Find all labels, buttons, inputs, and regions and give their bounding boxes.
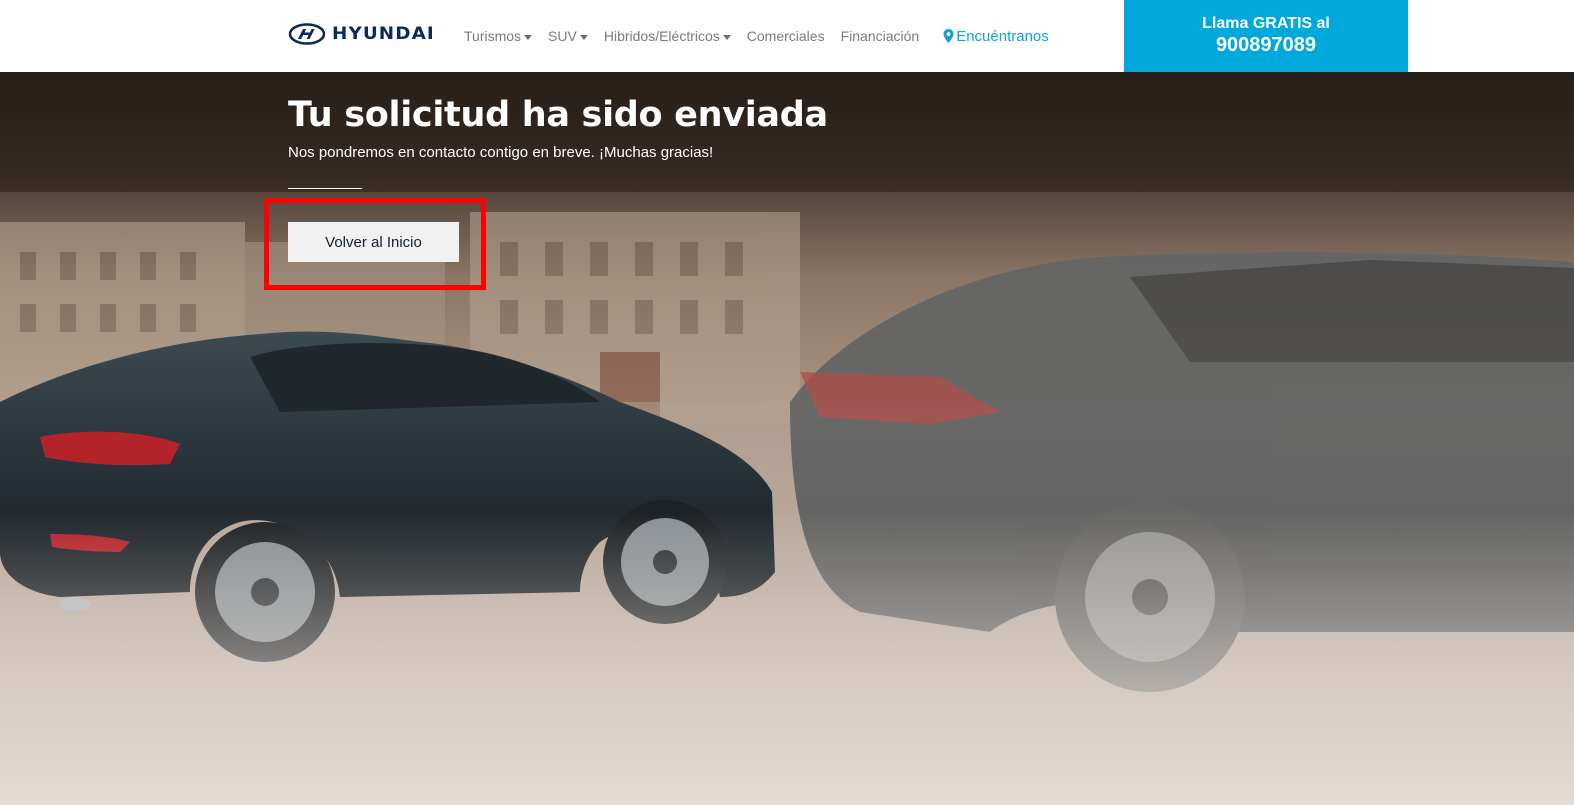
logo-wordmark: HYUNDAI: [332, 24, 435, 44]
nav-label: Comerciales: [746, 28, 825, 44]
call-label: Llama GRATIS al: [1202, 15, 1330, 32]
nav-item-comerciales[interactable]: Comerciales: [747, 28, 825, 44]
page-title: Tu solicitud ha sido enviada: [288, 95, 828, 135]
caret-down-icon: [524, 34, 533, 40]
nav-label: SUV: [548, 28, 577, 44]
nav-label: Hibridos/Eléctricos: [603, 28, 720, 44]
nav-item-encuentranos[interactable]: Encuéntranos: [943, 28, 1049, 45]
main-nav: Turismos SUV Hibridos/Eléctricos Comerci…: [464, 26, 1065, 46]
nav-item-suv[interactable]: SUV: [548, 28, 588, 44]
back-to-home-button[interactable]: Volver al Inicio: [288, 222, 459, 262]
free-call-box[interactable]: Llama GRATIS al 900897089: [1124, 0, 1408, 72]
nav-item-hibridos-electricos[interactable]: Hibridos/Eléctricos: [604, 28, 731, 44]
nav-item-turismos[interactable]: Turismos: [464, 28, 533, 44]
map-pin-icon: [943, 29, 954, 43]
hero-background: [0, 72, 1574, 805]
hyundai-emblem-icon: [288, 23, 326, 45]
call-phone-number: 900897089: [1215, 34, 1317, 56]
nav-item-financiacion[interactable]: Financiación: [841, 28, 920, 44]
caret-down-icon: [579, 34, 588, 40]
car-hero-image: [0, 72, 1574, 805]
caret-down-icon: [722, 34, 731, 40]
title-divider: [288, 188, 362, 189]
nav-label: Turismos: [464, 28, 522, 44]
site-header: HYUNDAI Turismos SUV Hibridos/Eléctricos…: [0, 0, 1574, 72]
nav-label: Encuéntranos: [956, 27, 1049, 45]
confirmation-message: Nos pondremos en contacto contigo en bre…: [288, 144, 714, 161]
hyundai-logo[interactable]: HYUNDAI: [288, 22, 434, 46]
nav-label: Financiación: [840, 28, 920, 44]
